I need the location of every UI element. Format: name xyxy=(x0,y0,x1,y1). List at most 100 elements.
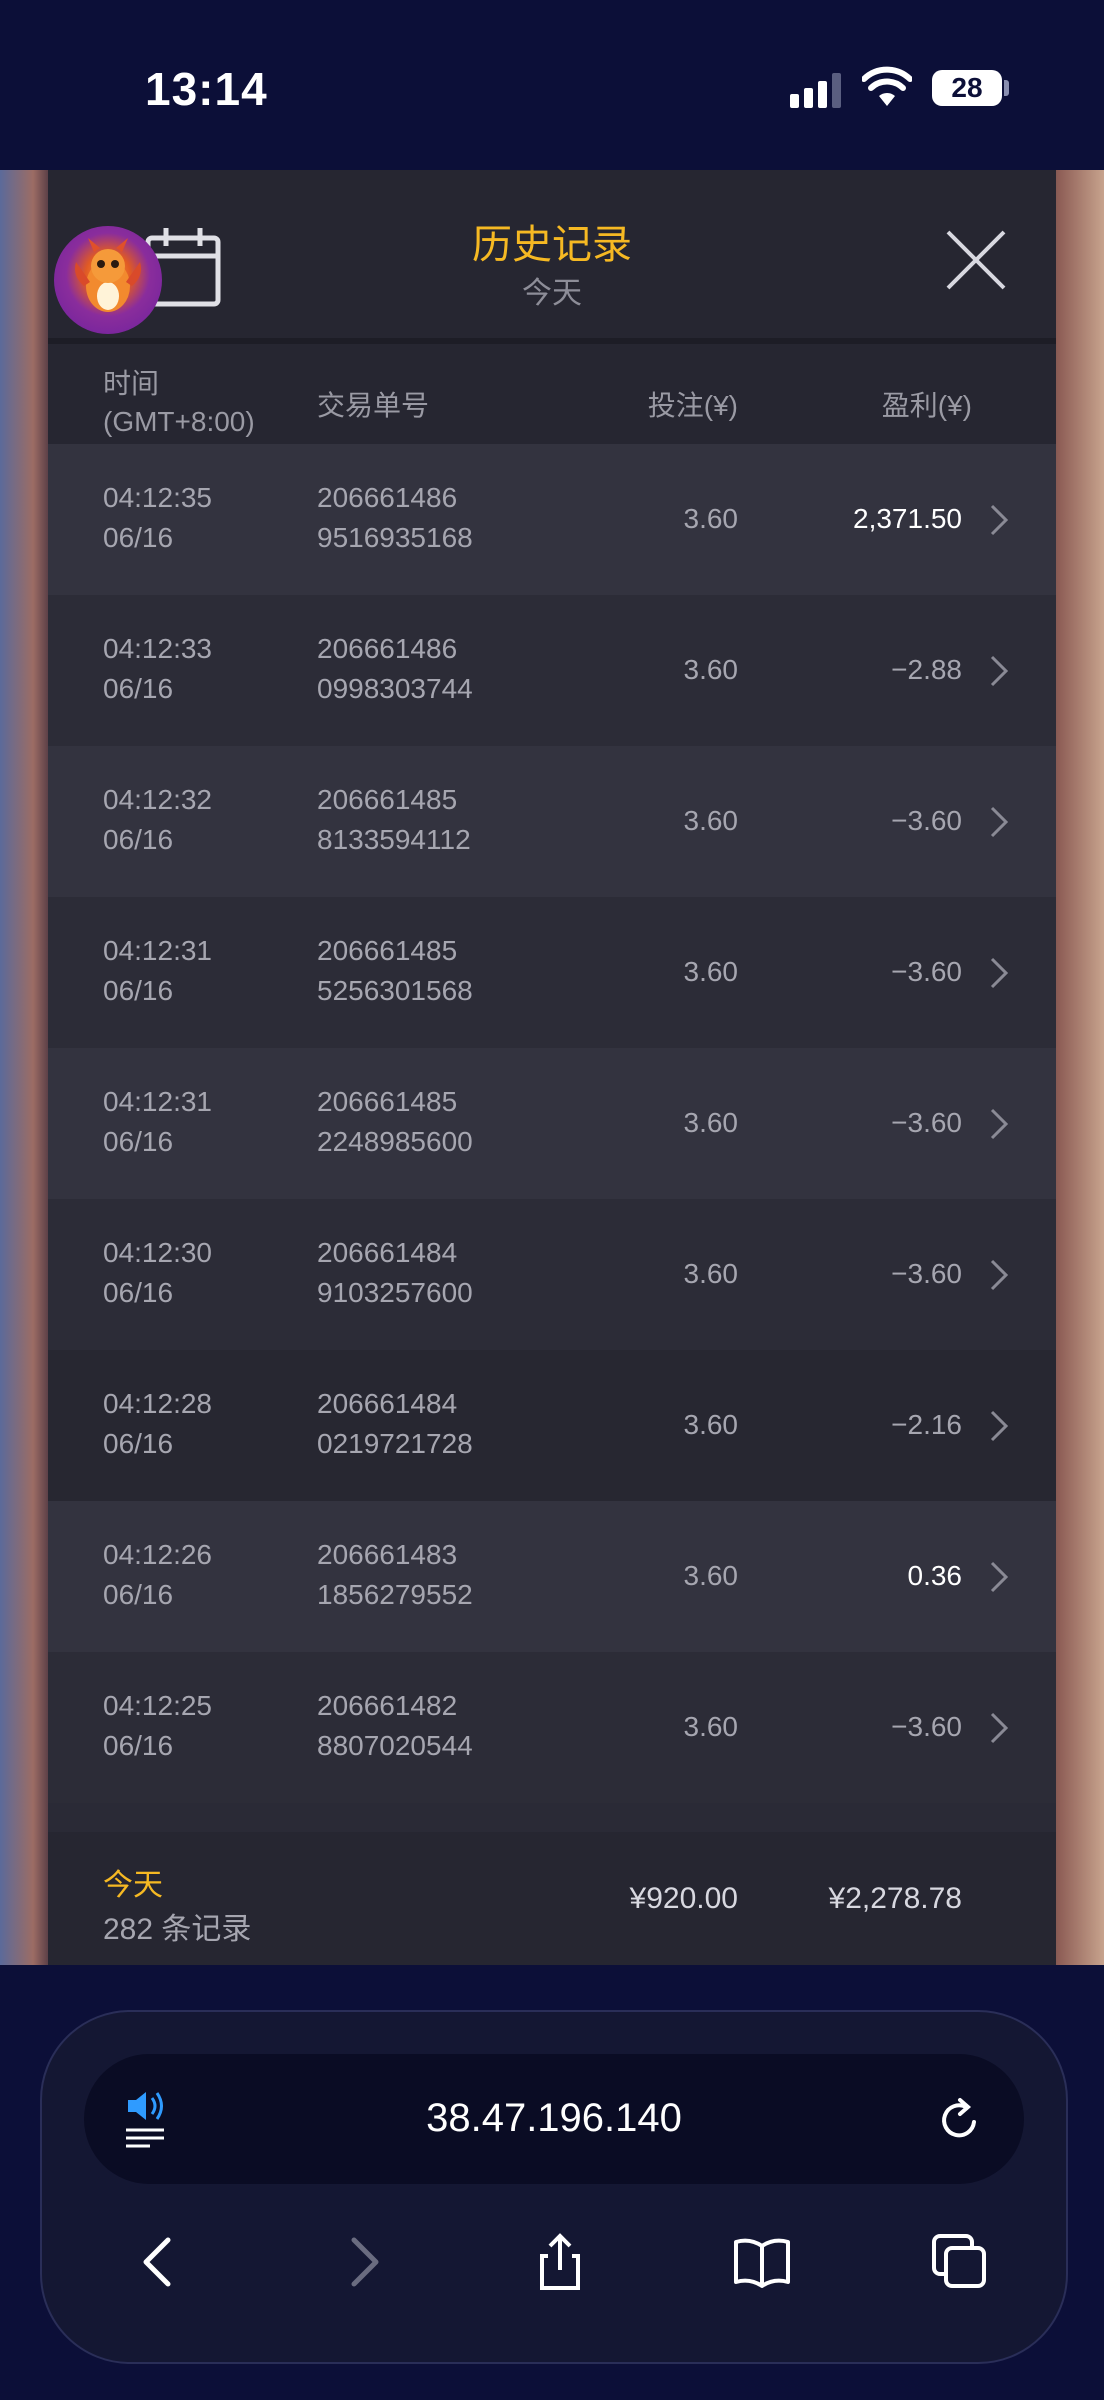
chevron-right-icon[interactable] xyxy=(988,1708,1010,1748)
row-date: 06/16 xyxy=(103,1277,174,1308)
row-order-part2: 9516935168 xyxy=(317,522,473,553)
row-date: 06/16 xyxy=(103,522,174,553)
row-profit: −2.88 xyxy=(891,654,962,685)
row-order-part2: 9103257600 xyxy=(317,1277,473,1308)
wifi-icon xyxy=(862,66,912,106)
col-timezone: (GMT+8:00) xyxy=(103,406,255,437)
chevron-right-icon[interactable] xyxy=(988,953,1010,993)
table-row[interactable]: 04:12:28 06/16 206661484 0219721728 3.60… xyxy=(48,1350,1056,1501)
row-order-part2: 1856279552 xyxy=(317,1579,473,1610)
row-bet: 3.60 xyxy=(683,1258,739,1289)
row-order-part2: 0998303744 xyxy=(317,673,473,704)
table-row[interactable]: 04:12:35 06/16 206661486 9516935168 3.60… xyxy=(48,444,1056,595)
row-time: 04:12:35 xyxy=(103,482,212,513)
row-order-part2: 5256301568 xyxy=(317,975,473,1006)
row-date: 06/16 xyxy=(103,975,174,1006)
row-order-part1: 206661486 xyxy=(317,482,458,513)
address-bar[interactable]: 38.47.196.140 xyxy=(84,2054,1024,2184)
chevron-right-icon[interactable] xyxy=(988,802,1010,842)
chevron-right-icon[interactable] xyxy=(988,500,1010,540)
row-date: 06/16 xyxy=(103,1126,174,1157)
summary-label: 今天 xyxy=(103,1869,163,1902)
row-time: 04:12:26 xyxy=(103,1539,212,1570)
row-order-part1: 206661484 xyxy=(317,1388,458,1419)
reload-icon[interactable] xyxy=(936,2096,984,2144)
chevron-right-icon[interactable] xyxy=(988,1104,1010,1144)
row-order-part1: 206661483 xyxy=(317,1539,458,1570)
battery-tip xyxy=(1004,80,1009,96)
row-date: 06/16 xyxy=(103,1579,174,1610)
row-order-part1: 206661484 xyxy=(317,1237,458,1268)
chevron-right-icon[interactable] xyxy=(988,651,1010,691)
row-profit: 2,371.50 xyxy=(853,503,962,534)
row-profit: −3.60 xyxy=(891,1711,962,1742)
row-date: 06/16 xyxy=(103,1730,174,1761)
row-time: 04:12:25 xyxy=(103,1690,212,1721)
row-profit: −3.60 xyxy=(891,956,962,987)
row-order-part2: 0219721728 xyxy=(317,1428,473,1459)
row-profit: −3.60 xyxy=(891,1258,962,1289)
status-time: 13:14 xyxy=(145,63,268,115)
row-order-part1: 206661485 xyxy=(317,1086,458,1117)
row-profit: −3.60 xyxy=(891,805,962,836)
table-row[interactable]: 04:12:32 06/16 206661485 8133594112 3.60… xyxy=(48,746,1056,897)
row-profit: −2.16 xyxy=(891,1409,962,1440)
row-bet: 3.60 xyxy=(683,654,739,685)
row-bet: 3.60 xyxy=(683,1107,739,1138)
browser-toolbar: 38.47.196.140 xyxy=(40,2010,1068,2364)
row-order-part1: 206661485 xyxy=(317,784,458,815)
chevron-right-icon[interactable] xyxy=(988,1557,1010,1597)
row-time: 04:12:31 xyxy=(103,935,212,966)
panel-subtitle: 今天 xyxy=(522,277,582,310)
table-row[interactable]: 04:12:30 06/16 206661484 9103257600 3.60… xyxy=(48,1199,1056,1350)
close-icon[interactable] xyxy=(938,222,1014,298)
table-row[interactable]: 04:12:31 06/16 206661485 2248985600 3.60… xyxy=(48,1048,1056,1199)
table-header: 时间 (GMT+8:00) 交易单号 投注(¥) 盈利(¥) xyxy=(48,344,1056,444)
row-bet: 3.60 xyxy=(683,956,739,987)
chevron-right-icon[interactable] xyxy=(988,1255,1010,1295)
back-icon[interactable] xyxy=(130,2232,190,2292)
summary-count: 282 条记录 xyxy=(103,1913,252,1946)
table-row[interactable]: 04:12:31 06/16 206661485 5256301568 3.60… xyxy=(48,897,1056,1048)
row-date: 06/16 xyxy=(103,673,174,704)
row-date: 06/16 xyxy=(103,824,174,855)
row-time: 04:12:33 xyxy=(103,633,212,664)
col-order: 交易单号 xyxy=(317,390,430,421)
panel-header: 历史记录 今天 xyxy=(48,170,1056,344)
row-order-part2: 8133594112 xyxy=(317,824,471,855)
table-row[interactable]: 04:12:26 06/16 206661483 1856279552 3.60… xyxy=(48,1501,1056,1652)
col-profit: 盈利(¥) xyxy=(881,390,972,421)
row-bet: 3.60 xyxy=(683,805,739,836)
row-order-part2: 8807020544 xyxy=(317,1730,473,1761)
history-list: 04:12:35 06/16 206661486 9516935168 3.60… xyxy=(48,444,1056,1803)
col-time: 时间 xyxy=(103,368,160,399)
table-row[interactable]: 04:12:25 06/16 206661482 8807020544 3.60… xyxy=(48,1652,1056,1803)
share-icon[interactable] xyxy=(530,2232,590,2292)
row-order-part1: 206661482 xyxy=(317,1690,458,1721)
status-bar: 13:14 28 xyxy=(0,0,1104,170)
row-order-part1: 206661485 xyxy=(317,935,458,966)
row-order-part2: 2248985600 xyxy=(317,1126,473,1157)
battery-indicator: 28 xyxy=(932,70,1002,106)
bookmarks-icon[interactable] xyxy=(732,2232,792,2292)
url-text: 38.47.196.140 xyxy=(426,2096,682,2140)
col-bet: 投注(¥) xyxy=(647,390,738,421)
row-profit: 0.36 xyxy=(907,1560,963,1591)
row-date: 06/16 xyxy=(103,1428,174,1459)
tabs-icon[interactable] xyxy=(930,2232,990,2292)
row-bet: 3.60 xyxy=(683,1409,739,1440)
row-profit: −3.60 xyxy=(891,1107,962,1138)
row-bet: 3.60 xyxy=(683,1560,739,1591)
row-bet: 3.60 xyxy=(683,503,739,534)
summary-total-profit: ¥2,278.78 xyxy=(828,1882,962,1915)
row-time: 04:12:28 xyxy=(103,1388,212,1419)
summary-bar: 今天 282 条记录 ¥920.00 ¥2,278.78 xyxy=(48,1832,1056,1965)
forward-icon[interactable] xyxy=(332,2232,392,2292)
chevron-right-icon[interactable] xyxy=(988,1406,1010,1446)
summary-total-bet: ¥920.00 xyxy=(629,1882,738,1915)
row-bet: 3.60 xyxy=(683,1711,739,1742)
table-row[interactable]: 04:12:33 06/16 206661486 0998303744 3.60… xyxy=(48,595,1056,746)
row-order-part1: 206661486 xyxy=(317,633,458,664)
row-time: 04:12:31 xyxy=(103,1086,212,1117)
row-time: 04:12:32 xyxy=(103,784,212,815)
